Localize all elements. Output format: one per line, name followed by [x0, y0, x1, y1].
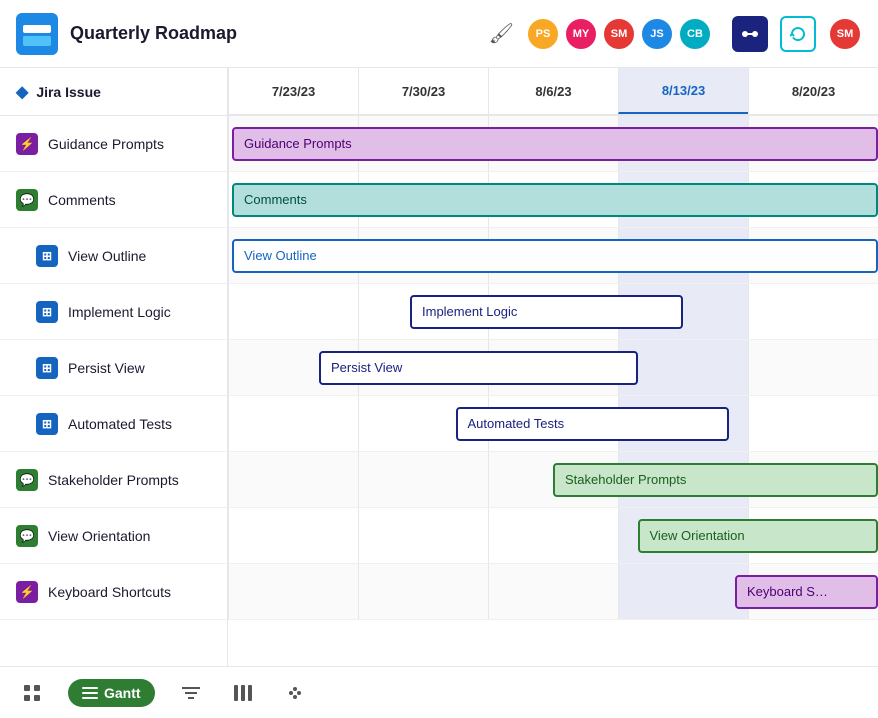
automated-tests-icon: ⊞	[36, 413, 58, 435]
sidebar-label-view-orientation: View Orientation	[48, 528, 150, 544]
guidance-prompts-icon: ⚡	[16, 133, 38, 155]
bar-view-outline: View Outline	[232, 239, 878, 273]
gantt-chart[interactable]: 7/23/23 7/30/23 8/6/23 8/13/23 8/20/23 G…	[228, 68, 878, 666]
columns-button[interactable]	[227, 677, 259, 709]
sidebar-label-persist-view: Persist View	[68, 360, 145, 376]
col-header-7-23: 7/23/23	[228, 68, 358, 114]
sidebar-item-view-orientation[interactable]: 💬 View Orientation	[0, 508, 227, 564]
gantt-cell	[228, 452, 358, 507]
refresh-button[interactable]	[780, 16, 816, 52]
sidebar-item-guidance-prompts[interactable]: ⚡ Guidance Prompts	[0, 116, 227, 172]
main-area: ◆ Jira Issue ⚡ Guidance Prompts 💬 Commen…	[0, 68, 878, 666]
comments-icon: 💬	[16, 189, 38, 211]
gantt-body: Guidance Prompts Comments	[228, 116, 878, 620]
sidebar-item-automated-tests[interactable]: ⊞ Automated Tests	[0, 396, 227, 452]
gantt-cell	[358, 508, 488, 563]
gantt-tab[interactable]: Gantt	[68, 679, 155, 707]
col-header-8-13: 8/13/23	[618, 68, 748, 114]
sidebar-item-view-outline[interactable]: ⊞ View Outline	[0, 228, 227, 284]
bar-stakeholder-prompts: Stakeholder Prompts	[553, 463, 878, 497]
implement-logic-icon: ⊞	[36, 301, 58, 323]
sidebar-label-stakeholder-prompts: Stakeholder Prompts	[48, 472, 179, 488]
gantt-row-comments: Comments	[228, 172, 878, 228]
sidebar-item-implement-logic[interactable]: ⊞ Implement Logic	[0, 284, 227, 340]
avatar-ps: PS	[526, 17, 560, 51]
view-orientation-icon: 💬	[16, 525, 38, 547]
bar-automated-tests: Automated Tests	[456, 407, 729, 441]
gantt-row-persist-view: Persist View	[228, 340, 878, 396]
avatar-sm2: SM	[602, 17, 636, 51]
bar-keyboard-shortcuts: Keyboard S…	[735, 575, 878, 609]
bottom-toolbar: Gantt	[0, 666, 878, 718]
gantt-cell	[748, 396, 878, 451]
sidebar-item-stakeholder-prompts[interactable]: 💬 Stakeholder Prompts	[0, 452, 227, 508]
user-avatar[interactable]: SM	[828, 17, 862, 51]
col-header-7-30: 7/30/23	[358, 68, 488, 114]
gantt-cell	[488, 564, 618, 619]
avatar-cb: CB	[678, 17, 712, 51]
share-button[interactable]	[732, 16, 768, 52]
pipe-button[interactable]: 🖌	[489, 21, 514, 46]
gantt-cell	[228, 564, 358, 619]
gantt-cell	[618, 564, 748, 619]
gantt-header: 7/23/23 7/30/23 8/6/23 8/13/23 8/20/23	[228, 68, 878, 116]
gantt-cell	[358, 564, 488, 619]
jira-icon: ◆	[16, 82, 28, 102]
gantt-row-guidance-prompts: Guidance Prompts	[228, 116, 878, 172]
gantt-row-automated-tests: Automated Tests	[228, 396, 878, 452]
gantt-row-view-orientation: View Orientation	[228, 508, 878, 564]
bar-comments: Comments	[232, 183, 878, 217]
sidebar-label-keyboard-shortcuts: Keyboard Shortcuts	[48, 584, 171, 600]
sidebar-item-comments[interactable]: 💬 Comments	[0, 172, 227, 228]
gantt-cell	[748, 340, 878, 395]
bar-view-orientation: View Orientation	[638, 519, 878, 553]
app-header: Quarterly Roadmap 🖌 PS MY SM JS CB SM	[0, 0, 878, 68]
gantt-tab-label: Gantt	[104, 685, 141, 701]
stakeholder-prompts-icon: 💬	[16, 469, 38, 491]
gantt-cell	[358, 452, 488, 507]
avatar-js: JS	[640, 17, 674, 51]
bar-guidance-prompts: Guidance Prompts	[232, 127, 878, 161]
sidebar-label-view-outline: View Outline	[68, 248, 146, 264]
gantt-cell	[618, 340, 748, 395]
avatar-group: PS MY SM JS CB	[526, 17, 712, 51]
col-header-8-20: 8/20/23	[748, 68, 878, 114]
col-header-8-6: 8/6/23	[488, 68, 618, 114]
sidebar-label-guidance-prompts: Guidance Prompts	[48, 136, 164, 152]
page-title: Quarterly Roadmap	[70, 23, 477, 44]
view-outline-icon: ⊞	[36, 245, 58, 267]
gantt-cell	[488, 508, 618, 563]
gantt-cell	[748, 284, 878, 339]
sidebar-item-persist-view[interactable]: ⊞ Persist View	[0, 340, 227, 396]
grid-view-button[interactable]	[16, 677, 48, 709]
gantt-row-implement-logic: Implement Logic	[228, 284, 878, 340]
sidebar-label-implement-logic: Implement Logic	[68, 304, 171, 320]
persist-view-icon: ⊞	[36, 357, 58, 379]
filter-button[interactable]	[175, 677, 207, 709]
app-logo	[16, 13, 58, 55]
gantt-cell	[228, 396, 358, 451]
gantt-cell	[228, 508, 358, 563]
bar-implement-logic: Implement Logic	[410, 295, 683, 329]
gantt-row-stakeholder-prompts: Stakeholder Prompts	[228, 452, 878, 508]
dots-button[interactable]	[279, 677, 311, 709]
gantt-row-keyboard-shortcuts: Keyboard S…	[228, 564, 878, 620]
sidebar: ◆ Jira Issue ⚡ Guidance Prompts 💬 Commen…	[0, 68, 228, 666]
keyboard-shortcuts-icon: ⚡	[16, 581, 38, 603]
sidebar-item-keyboard-shortcuts[interactable]: ⚡ Keyboard Shortcuts	[0, 564, 227, 620]
sidebar-header-label: Jira Issue	[36, 84, 101, 100]
bar-persist-view: Persist View	[319, 351, 638, 385]
avatar-my: MY	[564, 17, 598, 51]
sidebar-label-comments: Comments	[48, 192, 116, 208]
gantt-cell	[228, 284, 358, 339]
gantt-row-view-outline: View Outline	[228, 228, 878, 284]
sidebar-label-automated-tests: Automated Tests	[68, 416, 172, 432]
sidebar-header: ◆ Jira Issue	[0, 68, 227, 116]
